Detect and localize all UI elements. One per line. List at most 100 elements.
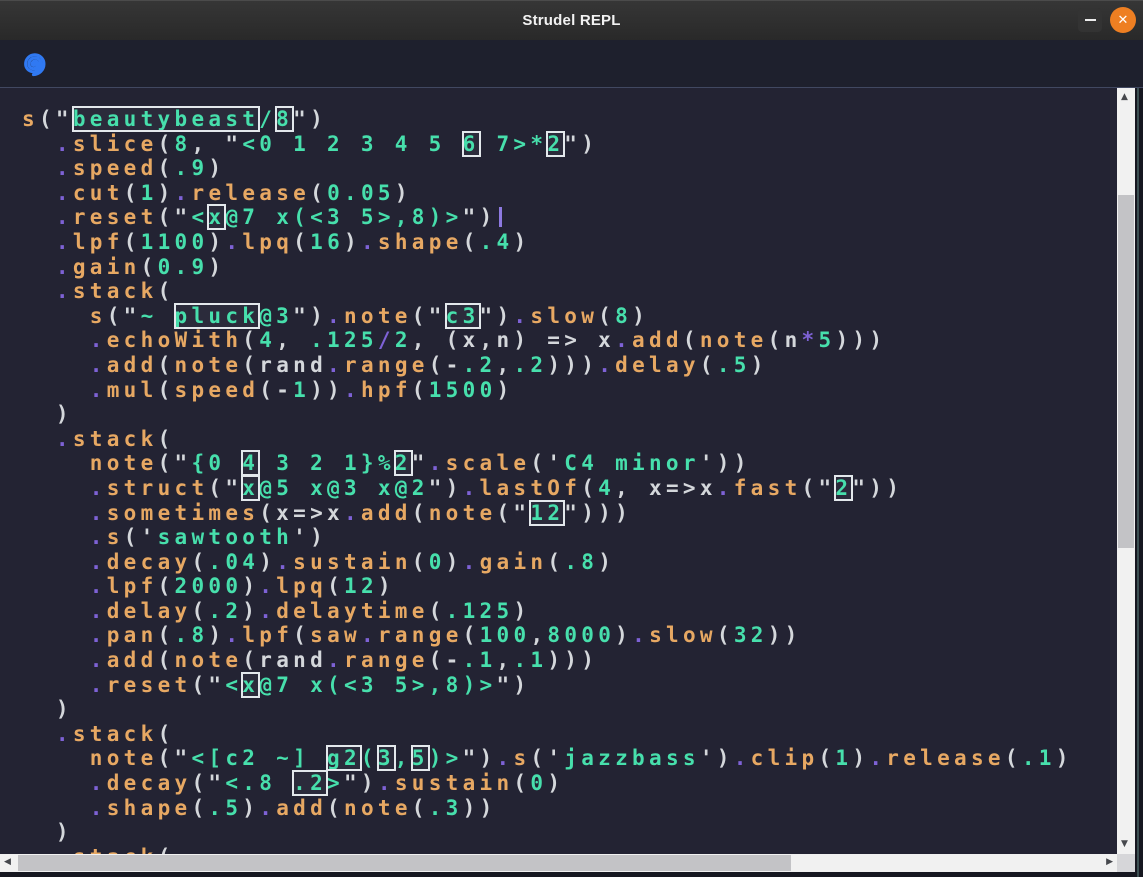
code-token: . bbox=[90, 574, 107, 598]
code-line[interactable]: .struct("x@5 x@3 x@2").lastOf(4, x=>x.fa… bbox=[22, 476, 1073, 501]
code-token: speed bbox=[175, 378, 260, 402]
code-line[interactable]: .slice(8, "<0 1 2 3 4 5 6 7>*2") bbox=[22, 132, 1073, 157]
code-token: . bbox=[717, 476, 734, 500]
code-line[interactable]: .stack( bbox=[22, 722, 1073, 747]
code-editor-content[interactable]: s("beautybeast/8") .slice(8, "<0 1 2 3 4… bbox=[22, 107, 1073, 854]
code-line[interactable]: .add(note(rand.range(-.2,.2))).delay(.5) bbox=[22, 353, 1073, 378]
window-titlebar[interactable]: Strudel REPL bbox=[0, 0, 1143, 40]
code-token: ) bbox=[208, 623, 225, 647]
strudel-logo-icon[interactable] bbox=[20, 50, 48, 78]
code-line[interactable]: .echoWith(4, .125/2, (x,n) => x.add(note… bbox=[22, 328, 1073, 353]
v-scrollbar[interactable]: ▲ ▼ bbox=[1117, 88, 1135, 854]
highlighted-token: x bbox=[242, 476, 259, 500]
code-token: ) bbox=[22, 820, 73, 844]
code-line[interactable]: .decay(.04).sustain(0).gain(.8) bbox=[22, 550, 1073, 575]
code-line[interactable]: .s('sawtooth') bbox=[22, 525, 1073, 550]
h-scroll-thumb[interactable] bbox=[18, 855, 791, 871]
code-token: ) bbox=[242, 574, 259, 598]
code-token: . bbox=[378, 771, 395, 795]
code-token: saw bbox=[310, 623, 361, 647]
close-icon: ✕ bbox=[1118, 14, 1129, 27]
code-line[interactable]: s("beautybeast/8") bbox=[22, 107, 1073, 132]
code-token: . bbox=[56, 722, 73, 746]
code-line[interactable]: .stack( bbox=[22, 427, 1073, 452]
code-token bbox=[22, 574, 90, 598]
code-token: 1100 bbox=[141, 230, 209, 254]
code-token: . bbox=[632, 623, 649, 647]
code-token: . bbox=[259, 574, 276, 598]
code-line[interactable]: .mul(speed(-1)).hpf(1500) bbox=[22, 378, 1073, 403]
code-token: . bbox=[327, 353, 344, 377]
code-line[interactable]: .decay("<.8 .2>").sustain(0) bbox=[22, 771, 1073, 796]
scroll-up-icon[interactable]: ▲ bbox=[1121, 93, 1128, 102]
minimize-button[interactable] bbox=[1078, 8, 1102, 32]
code-token: ) bbox=[158, 181, 175, 205]
code-line[interactable]: .stack( bbox=[22, 845, 1073, 854]
scroll-left-icon[interactable]: ◀ bbox=[4, 858, 11, 867]
code-line[interactable]: ) bbox=[22, 402, 1073, 427]
code-token: ( bbox=[141, 255, 158, 279]
code-token: ( bbox=[818, 746, 835, 770]
code-token: , bbox=[530, 623, 547, 647]
code-token: . bbox=[90, 550, 107, 574]
code-line[interactable]: .add(note(rand.range(-.1,.1))) bbox=[22, 648, 1073, 673]
code-line[interactable]: .sometimes(x=>x.add(note("12"))) bbox=[22, 501, 1073, 526]
code-token: . bbox=[56, 845, 73, 854]
code-token: ( bbox=[412, 378, 429, 402]
code-line[interactable]: note("{0 4 3 2 1}%2".scale('C4 minor')) bbox=[22, 451, 1073, 476]
code-line[interactable]: .reset("<x@7 x(<3 5>,8)>") bbox=[22, 205, 1073, 230]
code-token: sawtooth bbox=[158, 525, 294, 549]
code-token: )> bbox=[429, 746, 463, 770]
code-line[interactable]: .stack( bbox=[22, 279, 1073, 304]
code-token: stack bbox=[73, 427, 158, 451]
code-token bbox=[22, 845, 56, 854]
code-token: .4 bbox=[480, 230, 514, 254]
code-token bbox=[22, 476, 90, 500]
code-token: jazzbass bbox=[564, 746, 700, 770]
code-token: . bbox=[90, 796, 107, 820]
window-right-border bbox=[1135, 88, 1143, 877]
code-token: s bbox=[107, 525, 124, 549]
code-editor[interactable]: s("beautybeast/8") .slice(8, "<0 1 2 3 4… bbox=[0, 88, 1117, 854]
code-token: ") bbox=[429, 476, 463, 500]
code-line[interactable]: note("<[c2 ~] g2(3,5)>").s('jazzbass').c… bbox=[22, 746, 1073, 771]
code-token: 4 bbox=[259, 328, 276, 352]
code-line[interactable]: .lpf(2000).lpq(12) bbox=[22, 574, 1073, 599]
code-token: stack bbox=[73, 845, 158, 854]
code-line[interactable]: ) bbox=[22, 697, 1073, 722]
code-token: lpf bbox=[242, 623, 293, 647]
code-token: ) bbox=[513, 599, 530, 623]
scroll-right-icon[interactable]: ▶ bbox=[1106, 858, 1113, 867]
code-line[interactable]: .lpf(1100).lpq(16).shape(.4) bbox=[22, 230, 1073, 255]
code-line[interactable]: s("~ pluck@3").note("c3").slow(8) bbox=[22, 304, 1073, 329]
code-line[interactable]: .cut(1).release(0.05) bbox=[22, 181, 1073, 206]
code-token: . bbox=[276, 550, 293, 574]
code-line[interactable]: .speed(.9) bbox=[22, 156, 1073, 181]
code-token: ( bbox=[463, 623, 480, 647]
code-token: ( bbox=[598, 304, 615, 328]
code-token bbox=[22, 796, 90, 820]
close-button[interactable]: ✕ bbox=[1110, 7, 1136, 33]
text-caret bbox=[499, 207, 502, 227]
code-token: rand bbox=[259, 353, 327, 377]
code-token: .9 bbox=[175, 156, 209, 180]
code-line[interactable]: ) bbox=[22, 820, 1073, 845]
code-token: stack bbox=[73, 279, 158, 303]
code-token: ) bbox=[242, 796, 259, 820]
code-token: ) bbox=[547, 771, 564, 795]
code-token: echoWith bbox=[107, 328, 243, 352]
code-token: shape bbox=[107, 796, 192, 820]
code-line[interactable]: .delay(.2).delaytime(.125) bbox=[22, 599, 1073, 624]
code-token: range bbox=[344, 353, 429, 377]
v-scroll-thumb[interactable] bbox=[1118, 195, 1134, 548]
code-line[interactable]: .gain(0.9) bbox=[22, 255, 1073, 280]
code-token: note bbox=[90, 451, 158, 475]
code-line[interactable]: .shape(.5).add(note(.3)) bbox=[22, 796, 1073, 821]
scroll-down-icon[interactable]: ▼ bbox=[1121, 840, 1128, 849]
code-token: shape bbox=[378, 230, 463, 254]
h-scrollbar[interactable]: ◀ ▶ bbox=[0, 854, 1117, 872]
code-line[interactable]: .reset("<x@7 x(<3 5>,8)>") bbox=[22, 673, 1073, 698]
code-token: ) bbox=[632, 304, 649, 328]
code-token bbox=[22, 328, 90, 352]
code-line[interactable]: .pan(.8).lpf(saw.range(100,8000).slow(32… bbox=[22, 623, 1073, 648]
